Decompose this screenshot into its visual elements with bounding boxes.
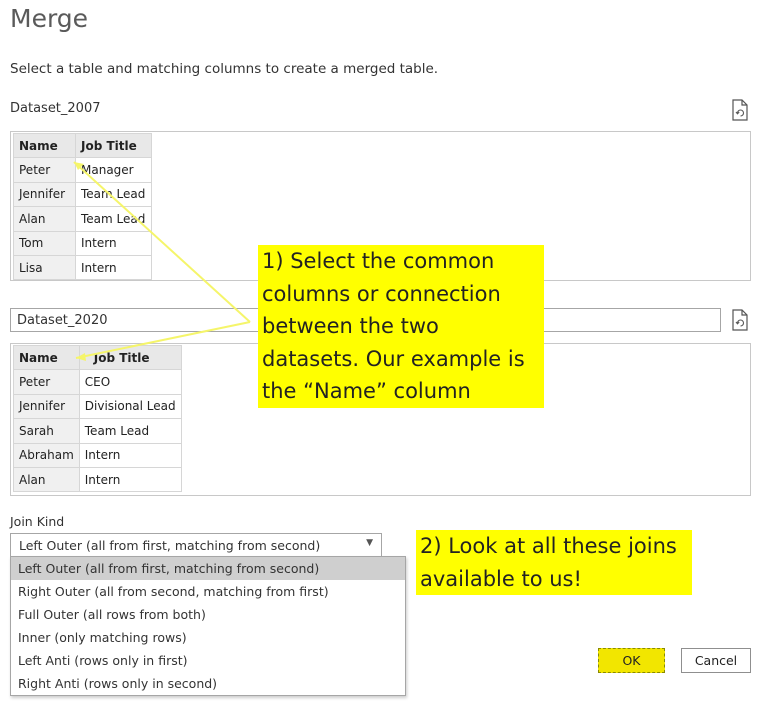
table-cell: Peter [13,157,76,183]
table-cell: Team Lead [78,418,182,444]
table-cell: Team Lead [75,206,152,232]
column-header-name[interactable]: Name [13,344,80,371]
dialog-title: Merge [10,4,89,33]
table-row: Peter CEO [13,369,182,395]
table-row: Jennifer Team Lead [13,181,152,208]
table-cell: Manager [75,157,152,183]
refresh-icon[interactable] [731,99,749,121]
table-row: Lisa Intern [13,254,152,281]
callout-line: available to us! [420,562,688,595]
column-header-job-title[interactable]: Job Title [75,132,152,159]
table-cell: Intern [75,230,152,256]
table-cell: Abraham [13,442,80,468]
table-cell: Intern [78,442,182,468]
join-kind-dropdown: Left Outer (all from first, matching fro… [10,556,406,696]
table-cell: Team Lead [75,181,152,208]
ok-button[interactable]: OK [598,648,665,673]
join-option-right-outer[interactable]: Right Outer (all from second, matching f… [11,580,405,603]
join-kind-label: Join Kind [10,514,65,529]
table-row: Sarah Team Lead [13,418,182,444]
chevron-down-icon[interactable]: ▼ [366,538,373,548]
callout-line: 1) Select the common [262,245,540,278]
table-cell: Lisa [13,254,76,281]
join-kind-select[interactable]: Left Outer (all from first, matching fro… [10,533,382,557]
table-cell: CEO [78,369,182,395]
column-header-name[interactable]: Name [13,132,76,159]
join-kind-selected: Left Outer (all from first, matching fro… [19,538,321,553]
second-table-grid: Name Job Title Peter CEO Jennifer Divisi… [13,344,182,493]
table-row: Alan Intern [13,466,182,493]
first-table-grid: Name Job Title Peter Manager Jennifer Te… [13,132,152,281]
table-row: Peter Manager [13,157,152,183]
table-cell: Intern [78,466,182,493]
callout-line: between the two [262,310,540,343]
table-cell: Alan [13,206,76,232]
refresh-icon[interactable] [731,309,749,331]
callout-line: 2) Look at all these joins [420,530,688,563]
table-cell: Sarah [13,418,80,444]
table-cell: Jennifer [13,181,76,208]
table-row: Tom Intern [13,230,152,256]
table-cell: Alan [13,466,80,493]
join-option-left-anti[interactable]: Left Anti (rows only in first) [11,649,405,672]
table-row: Abraham Intern [13,442,182,468]
callout-line: datasets. Our example is [262,342,540,375]
dialog-subtitle: Select a table and matching columns to c… [10,61,439,77]
join-option-left-outer[interactable]: Left Outer (all from first, matching fro… [11,557,405,580]
table-cell: Tom [13,230,76,256]
callout-joins: 2) Look at all these joins available to … [416,530,692,595]
join-option-full-outer[interactable]: Full Outer (all rows from both) [11,603,405,626]
table-row: Jennifer Divisional Lead [13,393,182,420]
join-option-right-anti[interactable]: Right Anti (rows only in second) [11,672,405,695]
table-cell: Jennifer [13,393,80,420]
join-option-inner[interactable]: Inner (only matching rows) [11,626,405,649]
callout-line: the “Name” column [262,375,540,408]
table-cell: Peter [13,369,80,395]
table-cell: Divisional Lead [78,393,182,420]
table-cell: Intern [75,254,152,281]
column-header-job-title[interactable]: Job Title [78,344,182,371]
cancel-button[interactable]: Cancel [681,648,751,673]
callout-line: columns or connection [262,277,540,310]
callout-select-columns: 1) Select the common columns or connecti… [258,245,544,408]
first-table-label: Dataset_2007 [10,101,101,116]
table-row: Alan Team Lead [13,206,152,232]
